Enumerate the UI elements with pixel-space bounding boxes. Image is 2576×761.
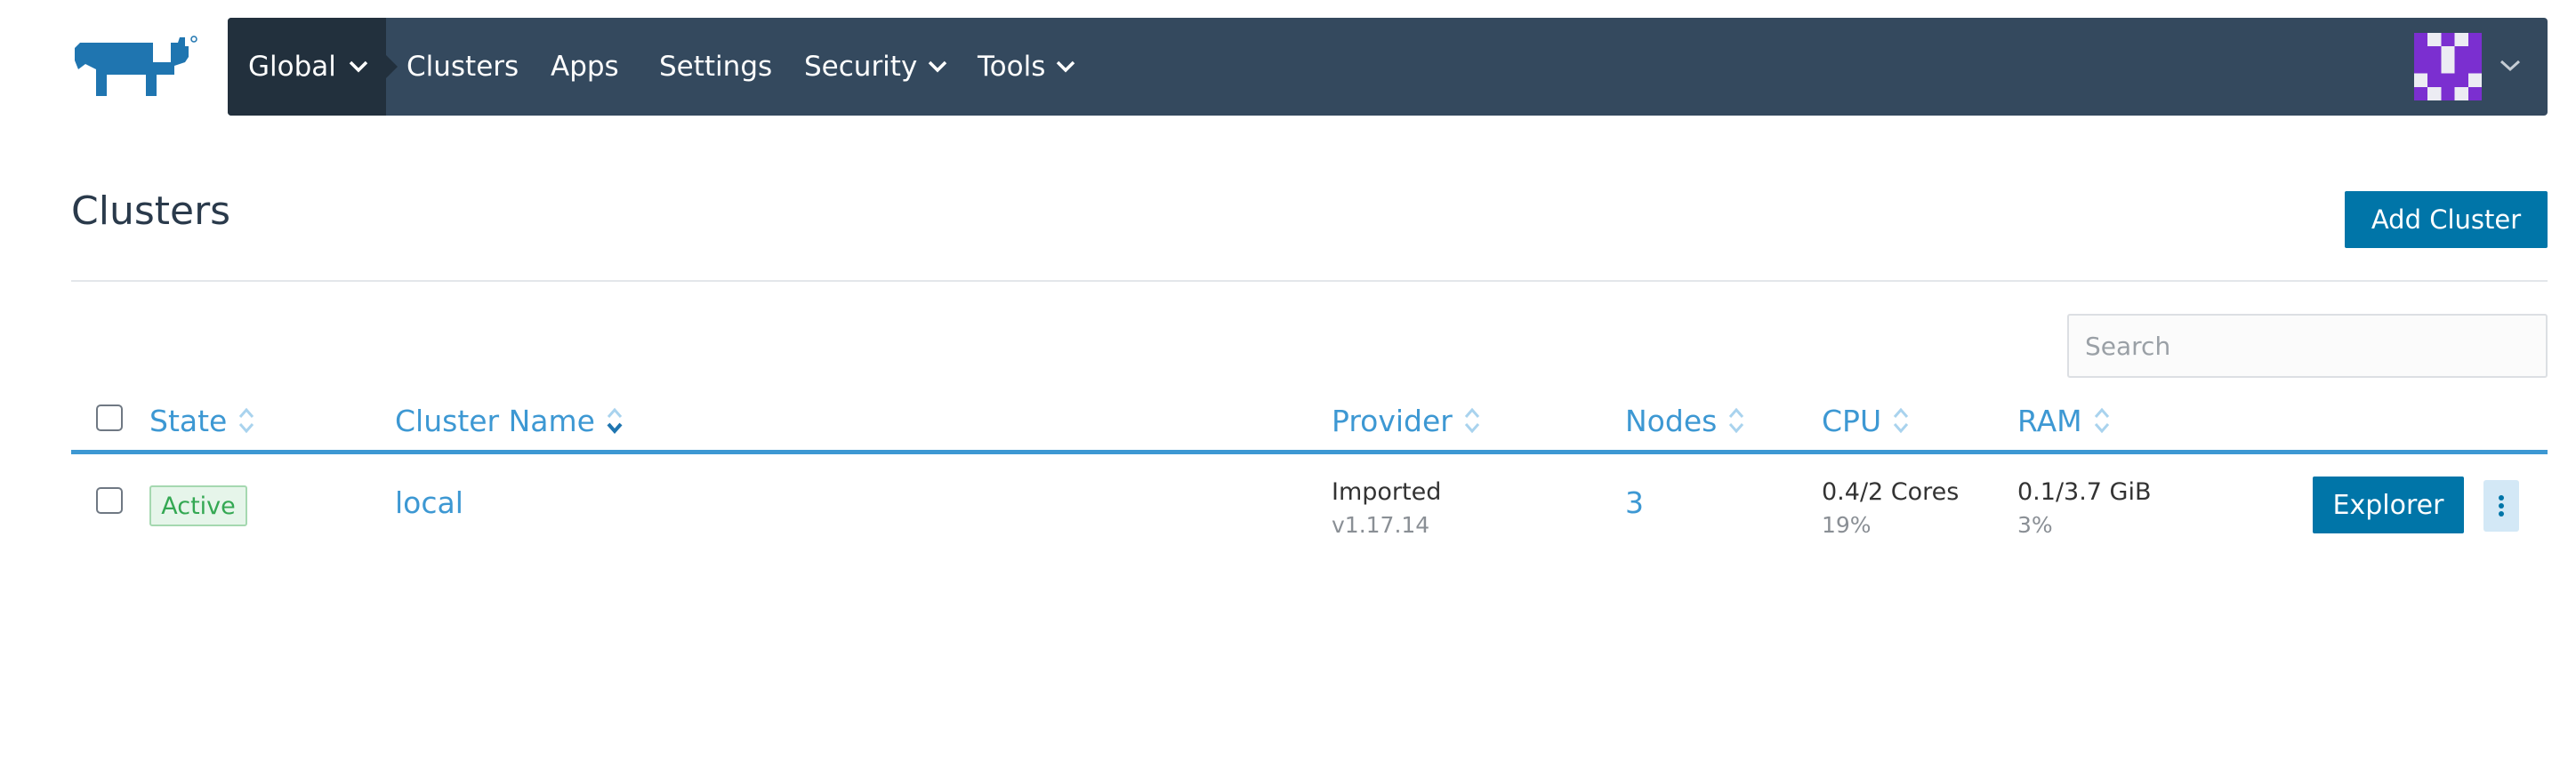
sort-icon	[1727, 405, 1745, 436]
nav-tools-label: Tools	[978, 51, 1046, 83]
sort-icon	[1463, 405, 1481, 436]
column-header-cluster-name[interactable]: Cluster Name	[395, 398, 624, 443]
nav-apps[interactable]: Apps	[551, 18, 619, 116]
column-label-cluster-name: Cluster Name	[395, 403, 595, 438]
chevron-down-icon	[928, 60, 947, 73]
row-select-checkbox[interactable]	[96, 487, 123, 514]
column-header-cpu[interactable]: CPU	[1822, 398, 1910, 443]
nav-security-menu[interactable]: Security	[804, 18, 947, 116]
sort-descending-icon	[606, 405, 624, 436]
ram-value: 0.1/3.7 GiB	[2017, 478, 2152, 506]
add-cluster-button[interactable]: Add Cluster	[2345, 191, 2548, 248]
select-all-checkbox[interactable]	[96, 405, 123, 431]
chevron-down-icon	[2500, 59, 2521, 76]
column-header-state[interactable]: State	[149, 398, 255, 443]
title-divider	[71, 280, 2548, 282]
sort-icon	[1892, 405, 1910, 436]
sort-icon	[237, 405, 255, 436]
column-label-ram: RAM	[2017, 403, 2082, 438]
explorer-button[interactable]: Explorer	[2313, 477, 2464, 533]
column-label-cpu: CPU	[1822, 403, 1882, 438]
sort-icon	[2093, 405, 2111, 436]
cpu-percent: 19%	[1822, 512, 1872, 538]
cpu-value: 0.4/2 Cores	[1822, 478, 1960, 506]
table-header-rule	[71, 450, 2548, 454]
top-header: Global Clusters Apps Settings Security T…	[0, 0, 2576, 133]
column-header-ram[interactable]: RAM	[2017, 398, 2111, 443]
provider-value: Imported	[1332, 478, 1442, 506]
column-header-provider[interactable]: Provider	[1332, 398, 1481, 443]
rancher-logo-icon[interactable]	[71, 34, 203, 100]
column-header-nodes[interactable]: Nodes	[1625, 398, 1745, 443]
nav-global-label: Global	[248, 51, 336, 83]
cluster-name-link[interactable]: local	[395, 485, 463, 520]
identicon-avatar	[2414, 33, 2482, 100]
column-label-provider: Provider	[1332, 403, 1453, 438]
main-navbar: Global Clusters Apps Settings Security T…	[228, 18, 2548, 116]
provider-version: v1.17.14	[1332, 512, 1430, 538]
nav-global-menu[interactable]: Global	[228, 18, 398, 116]
nodes-count-link[interactable]: 3	[1625, 485, 1644, 520]
search-input[interactable]	[2067, 314, 2548, 378]
page-title: Clusters	[71, 188, 231, 234]
row-actions-button[interactable]	[2483, 480, 2519, 532]
ram-percent: 3%	[2017, 512, 2053, 538]
chevron-down-icon	[349, 60, 368, 73]
column-label-state: State	[149, 403, 228, 438]
nav-security-label: Security	[804, 51, 918, 83]
status-badge: Active	[149, 485, 247, 526]
nav-clusters[interactable]: Clusters	[407, 18, 519, 116]
nav-tools-menu[interactable]: Tools	[978, 18, 1075, 116]
chevron-down-icon	[1056, 60, 1075, 73]
column-label-nodes: Nodes	[1625, 403, 1718, 438]
nav-settings[interactable]: Settings	[659, 18, 772, 116]
more-vertical-icon	[2499, 495, 2504, 517]
user-menu[interactable]	[2414, 31, 2521, 102]
